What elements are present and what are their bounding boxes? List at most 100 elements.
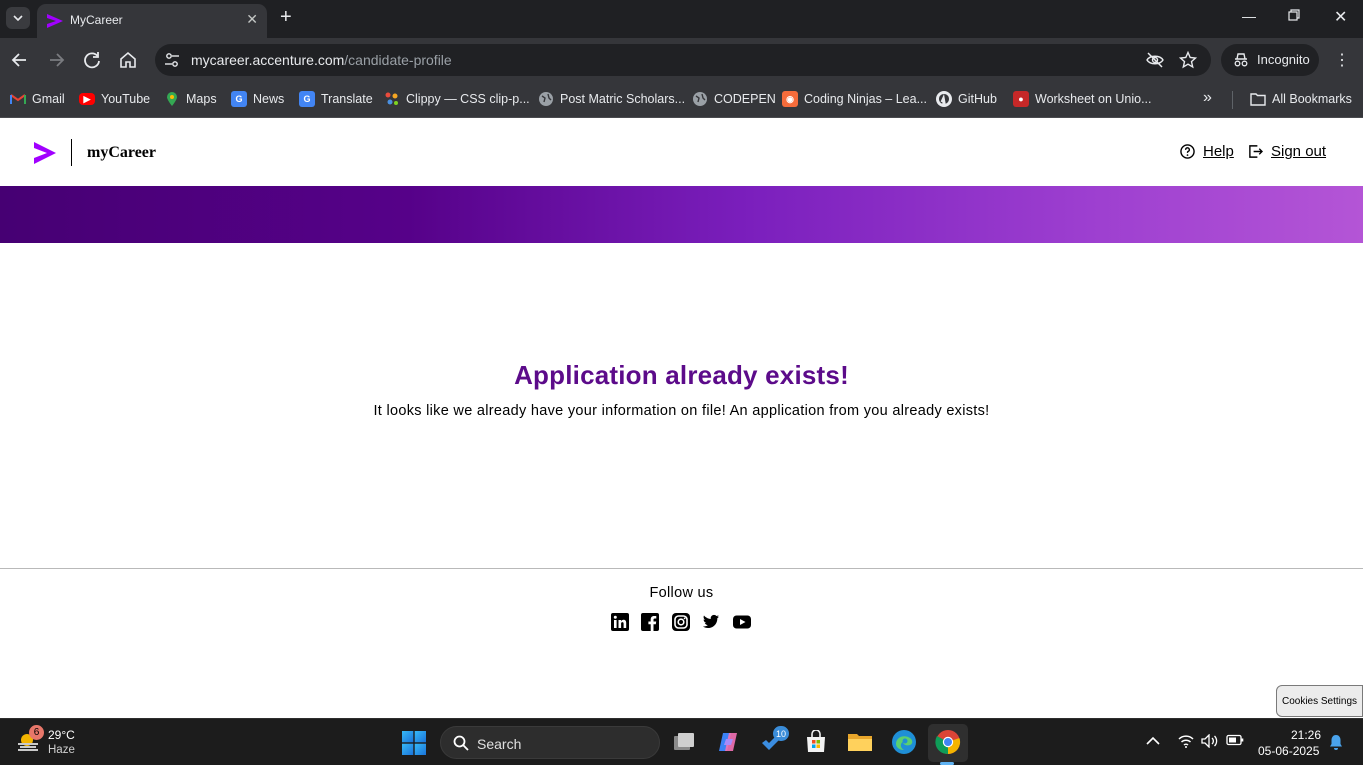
news-icon: G [231, 91, 247, 107]
forward-icon[interactable] [46, 50, 66, 70]
bookmark-label: GitHub [958, 92, 997, 106]
minimize-icon[interactable]: — [1242, 8, 1256, 24]
reload-icon[interactable] [82, 50, 102, 70]
tab-title: MyCareer [70, 13, 123, 27]
help-link[interactable]: Help [1180, 143, 1234, 160]
translate-icon: G [299, 91, 315, 107]
url-text: mycareer.accenture.com/candidate-profile [191, 52, 452, 68]
all-bookmarks-button[interactable]: All Bookmarks [1250, 90, 1352, 108]
url-path: /candidate-profile [344, 52, 452, 68]
bookmark-clippy[interactable]: Clippy — CSS clip-p... [384, 90, 530, 108]
logo-divider [71, 139, 72, 166]
globe-icon [538, 91, 554, 107]
bookmark-label: Gmail [32, 92, 65, 106]
page-title: Application already exists! [514, 360, 849, 390]
youtube-icon[interactable] [733, 613, 751, 631]
bookmark-news[interactable]: G News [231, 90, 284, 108]
chevron-up-icon[interactable] [1146, 734, 1160, 749]
bookmarks-bar: Gmail ▶ YouTube Maps G News G Translate Cli… [0, 82, 1363, 118]
back-icon[interactable] [10, 50, 30, 70]
notification-bell-icon[interactable] [1329, 734, 1343, 753]
accenture-logo-icon[interactable] [33, 141, 57, 165]
bookmark-coding-ninjas[interactable]: ◉ Coding Ninjas – Lea... [782, 90, 927, 108]
bookmark-post-matric[interactable]: Post Matric Scholars... [538, 90, 685, 108]
clock-time[interactable]: 21:26 [1291, 728, 1321, 742]
purple-banner [0, 186, 1363, 243]
search-label: Search [477, 736, 522, 752]
battery-icon[interactable] [1226, 734, 1244, 749]
browser-menu-icon[interactable]: ⋮ [1334, 50, 1350, 70]
page-message: It looks like we already have your infor… [373, 403, 990, 419]
bookmarks-divider [1232, 91, 1233, 109]
bookmark-label: Maps [186, 92, 217, 106]
bookmark-label: Translate [321, 92, 373, 106]
bookmark-codepen[interactable]: CODEPEN [692, 90, 776, 108]
close-tab-icon[interactable]: ✕ [246, 11, 258, 28]
bookmark-star-icon[interactable] [1179, 51, 1197, 69]
clippy-icon [384, 91, 400, 107]
accenture-favicon-icon [47, 14, 63, 28]
more-bookmarks-button[interactable]: » [1203, 89, 1212, 107]
edge-browser-icon[interactable] [890, 728, 918, 756]
bookmark-worksheet[interactable]: ● Worksheet on Unio... [1013, 90, 1152, 108]
bookmark-label: Worksheet on Unio... [1035, 92, 1152, 106]
windows-taskbar: 6 29°C Haze Search 10 21:26 05-06-2025 [0, 718, 1363, 765]
close-window-icon[interactable]: ✕ [1334, 7, 1347, 27]
todo-badge: 10 [773, 726, 789, 741]
bookmark-label: YouTube [101, 92, 151, 106]
bookmark-label: Coding Ninjas – Lea... [804, 92, 927, 106]
chevron-down-icon [13, 15, 23, 21]
bookmark-youtube[interactable]: ▶ YouTube [79, 90, 150, 108]
incognito-indicator[interactable]: Incognito [1221, 44, 1319, 76]
bookmark-label: Clippy — CSS clip-p... [406, 92, 530, 106]
bookmark-gmail[interactable]: Gmail [10, 90, 65, 108]
weather-temperature[interactable]: 29°C [48, 728, 75, 742]
bookmark-maps[interactable]: Maps [164, 90, 217, 108]
file-explorer-icon[interactable] [846, 728, 874, 756]
home-icon[interactable] [118, 50, 138, 70]
globe-icon [692, 91, 708, 107]
message-section: Application already exists! It looks lik… [0, 360, 1363, 419]
youtube-icon: ▶ [79, 93, 95, 105]
sign-out-icon [1249, 145, 1263, 158]
brand-name[interactable]: myCareer [87, 144, 156, 162]
volume-icon[interactable] [1201, 733, 1219, 751]
site-settings-icon[interactable] [163, 51, 181, 69]
clock-date[interactable]: 05-06-2025 [1258, 744, 1319, 758]
taskbar-search[interactable]: Search [440, 726, 660, 759]
cookies-settings-button[interactable]: Cookies Settings [1276, 685, 1363, 717]
linkedin-icon[interactable] [611, 613, 629, 631]
microsoft-store-icon[interactable] [802, 728, 830, 756]
facebook-icon[interactable] [641, 613, 659, 631]
bookmark-github[interactable]: GitHub [936, 90, 997, 108]
maps-icon [164, 91, 180, 107]
bookmark-label: CODEPEN [714, 92, 776, 106]
bookmark-translate[interactable]: G Translate [299, 90, 373, 108]
gmail-icon [10, 91, 26, 107]
browser-tab[interactable]: MyCareer ✕ [37, 4, 267, 38]
task-view-icon[interactable] [670, 728, 698, 756]
twitter-icon[interactable] [702, 613, 720, 631]
copilot-icon[interactable] [714, 728, 742, 756]
github-icon [936, 91, 952, 107]
restore-icon[interactable] [1288, 8, 1300, 24]
coding-ninjas-icon: ◉ [782, 91, 798, 107]
chrome-browser-icon[interactable] [934, 728, 962, 756]
sign-out-link[interactable]: Sign out [1248, 143, 1326, 160]
new-tab-button[interactable]: + [280, 6, 292, 28]
wifi-icon[interactable] [1178, 734, 1194, 751]
windows-start-icon[interactable] [402, 731, 426, 755]
all-bookmarks-label: All Bookmarks [1272, 92, 1352, 106]
bookmark-label: Post Matric Scholars... [560, 92, 686, 106]
incognito-icon [1234, 53, 1248, 67]
eye-crossed-icon[interactable] [1146, 51, 1164, 69]
folder-icon [1250, 91, 1266, 107]
weather-condition[interactable]: Haze [48, 744, 75, 756]
address-bar[interactable]: mycareer.accenture.com/candidate-profile [155, 44, 1211, 76]
worksheet-icon: ● [1013, 91, 1029, 107]
follow-us-label: Follow us [649, 585, 714, 601]
url-host: mycareer.accenture.com [191, 52, 345, 68]
instagram-icon[interactable] [672, 613, 690, 631]
tab-search-button[interactable] [6, 7, 30, 29]
help-label: Help [1203, 143, 1234, 160]
